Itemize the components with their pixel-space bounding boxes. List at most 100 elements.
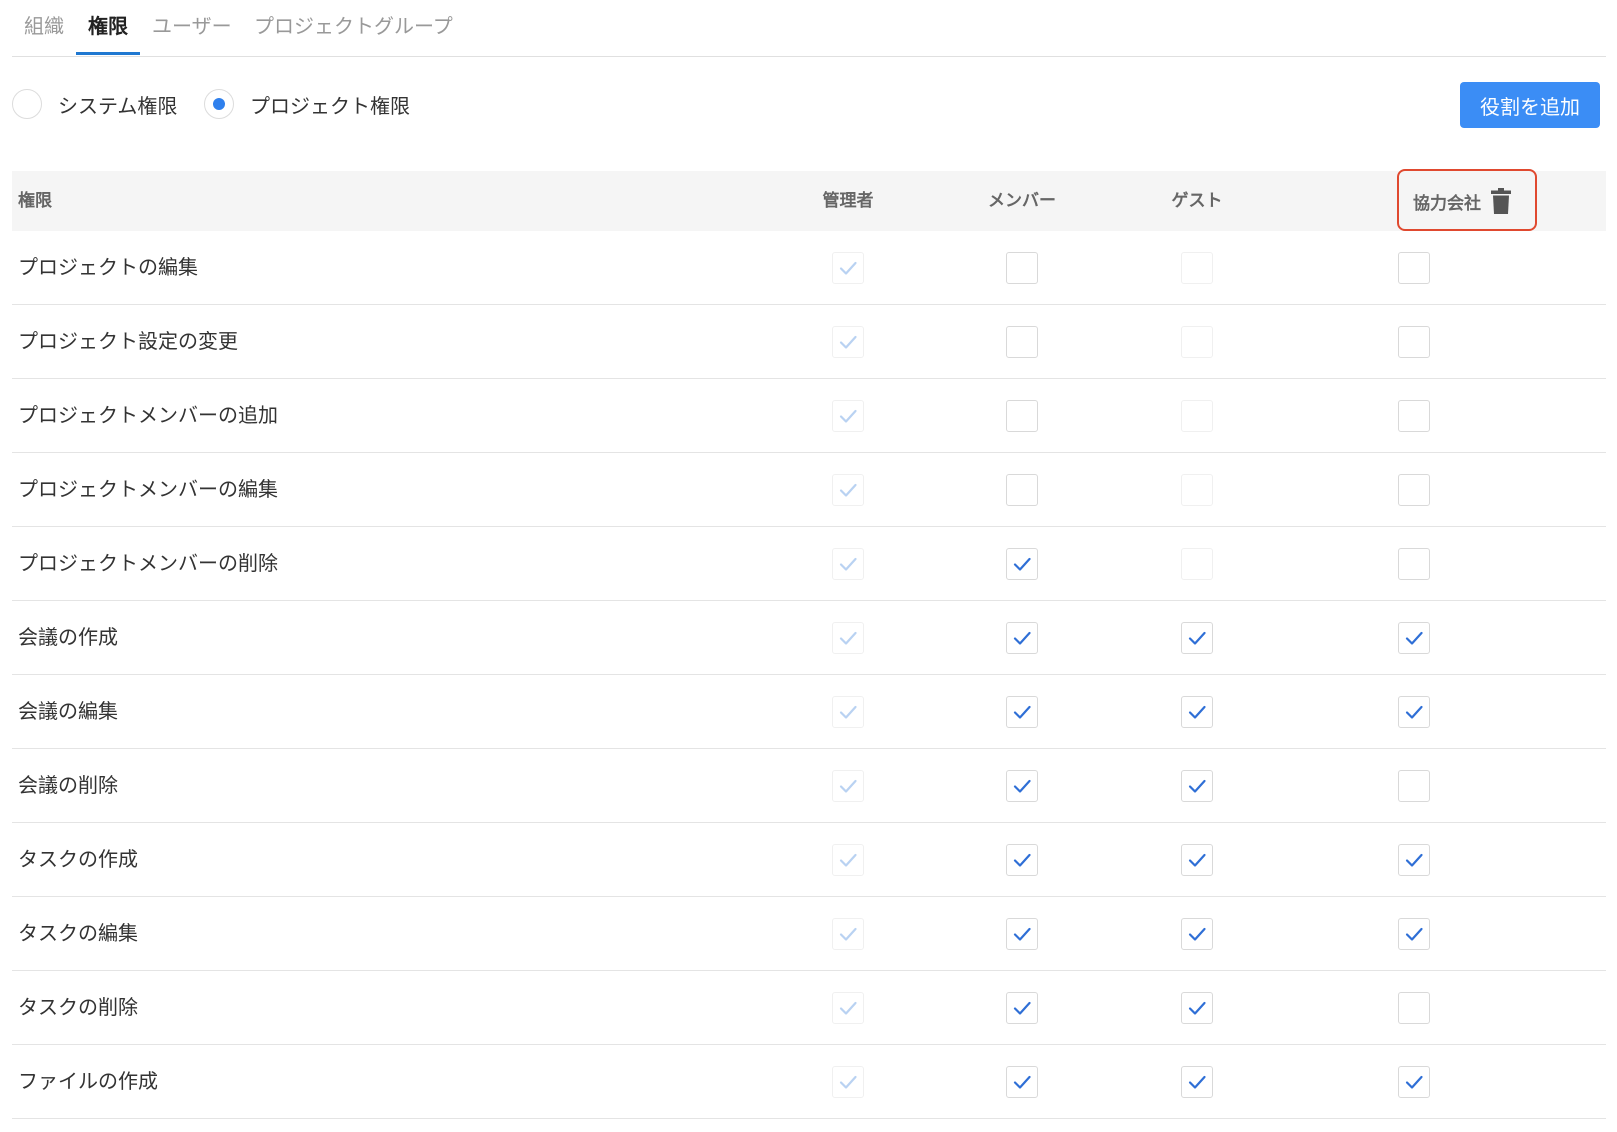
permission-label: プロジェクトメンバーの削除 [18,551,278,575]
checkbox-member[interactable] [1006,400,1038,432]
checkbox-admin [832,400,864,432]
checkbox-guest[interactable] [1181,770,1213,802]
checkbox-admin [832,474,864,506]
tab-permissions[interactable]: 権限 [88,12,128,40]
checkbox-member[interactable] [1006,252,1038,284]
checkbox-admin [832,1066,864,1098]
checkbox-member[interactable] [1006,918,1038,950]
checkmark-icon [1188,1001,1206,1015]
checkbox-partner[interactable] [1398,252,1430,284]
radio-project-permissions[interactable]: プロジェクト権限 [204,88,410,120]
table-row: ファイルの作成 [12,1045,1606,1119]
checkbox-member[interactable] [1006,992,1038,1024]
checkbox-admin [832,844,864,876]
checkbox-partner[interactable] [1398,326,1430,358]
permission-label: 会議の編集 [18,699,118,723]
permission-label: ファイルの作成 [18,1069,158,1093]
tab-users[interactable]: ユーザー [152,12,232,40]
checkmark-icon [1188,1075,1206,1089]
checkmark-icon [839,261,857,275]
checkbox-guest[interactable] [1181,992,1213,1024]
checkbox-admin [832,770,864,802]
checkbox-member[interactable] [1006,770,1038,802]
radio-system-permissions[interactable]: システム権限 [12,88,177,120]
checkbox-admin [832,918,864,950]
checkbox-partner[interactable] [1398,844,1430,876]
checkbox-partner[interactable] [1398,918,1430,950]
checkmark-icon [839,779,857,793]
permission-label: タスクの削除 [18,995,138,1019]
active-tab-indicator [76,52,140,55]
checkmark-icon [839,483,857,497]
table-row: 会議の作成 [12,601,1606,675]
checkbox-partner[interactable] [1398,474,1430,506]
checkbox-member[interactable] [1006,326,1038,358]
add-role-button[interactable]: 役割を追加 [1460,82,1600,128]
tab-organization[interactable]: 組織 [24,12,64,40]
column-header-member: メンバー [988,191,1056,211]
table-row: プロジェクトメンバーの追加 [12,379,1606,453]
checkbox-partner[interactable] [1398,1066,1430,1098]
column-header-partner: 協力会社 [1413,171,1511,231]
checkmark-icon [1188,853,1206,867]
column-header-guest: ゲスト [1171,191,1223,211]
checkmark-icon [1188,705,1206,719]
checkbox-partner[interactable] [1398,992,1430,1024]
checkbox-guest [1181,474,1213,506]
checkbox-admin [832,992,864,1024]
permission-label: プロジェクト設定の変更 [18,329,238,353]
checkbox-member[interactable] [1006,844,1038,876]
permission-label: 会議の削除 [18,773,118,797]
table-row: プロジェクトメンバーの削除 [12,527,1606,601]
table-body: プロジェクトの編集プロジェクト設定の変更プロジェクトメンバーの追加プロジェクトメ… [12,231,1606,1119]
table-row: タスクの作成 [12,823,1606,897]
permission-label: 会議の作成 [18,625,118,649]
checkbox-member[interactable] [1006,1066,1038,1098]
checkbox-guest[interactable] [1181,918,1213,950]
checkmark-icon [1013,705,1031,719]
checkbox-guest[interactable] [1181,844,1213,876]
checkbox-partner[interactable] [1398,696,1430,728]
checkbox-partner[interactable] [1398,770,1430,802]
checkbox-admin [832,548,864,580]
tab-project-groups[interactable]: プロジェクトグループ [254,12,453,40]
table-row: プロジェクトの編集 [12,231,1606,305]
table-row: プロジェクト設定の変更 [12,305,1606,379]
table-row: タスクの削除 [12,971,1606,1045]
checkmark-icon [839,1075,857,1089]
checkmark-icon [1405,1075,1423,1089]
checkbox-guest[interactable] [1181,622,1213,654]
checkbox-guest [1181,400,1213,432]
checkbox-guest [1181,548,1213,580]
checkmark-icon [1405,705,1423,719]
radio-circle[interactable] [12,89,42,119]
checkmark-icon [839,853,857,867]
checkbox-member[interactable] [1006,548,1038,580]
checkbox-member[interactable] [1006,696,1038,728]
table-header: 権限 管理者 メンバー ゲスト 協力会社 [12,169,1606,231]
column-header-partner-label: 協力会社 [1413,193,1481,214]
checkbox-member[interactable] [1006,622,1038,654]
checkbox-partner[interactable] [1398,400,1430,432]
table-row: 会議の削除 [12,749,1606,823]
checkbox-admin [832,696,864,728]
checkbox-admin [832,622,864,654]
checkmark-icon [1405,631,1423,645]
checkbox-partner[interactable] [1398,548,1430,580]
checkbox-guest[interactable] [1181,696,1213,728]
checkbox-partner[interactable] [1398,622,1430,654]
checkmark-icon [839,631,857,645]
checkmark-icon [839,1001,857,1015]
checkbox-member[interactable] [1006,474,1038,506]
permission-label: プロジェクトメンバーの編集 [18,477,278,501]
checkmark-icon [1405,853,1423,867]
checkmark-icon [839,409,857,423]
column-header-permission: 権限 [18,191,52,211]
radio-label: システム権限 [58,93,178,118]
trash-icon[interactable] [1491,188,1511,214]
checkmark-icon [839,557,857,571]
checkbox-guest[interactable] [1181,1066,1213,1098]
radio-circle[interactable] [204,89,234,119]
checkmark-icon [1013,1001,1031,1015]
permission-label: プロジェクトの編集 [18,255,198,279]
